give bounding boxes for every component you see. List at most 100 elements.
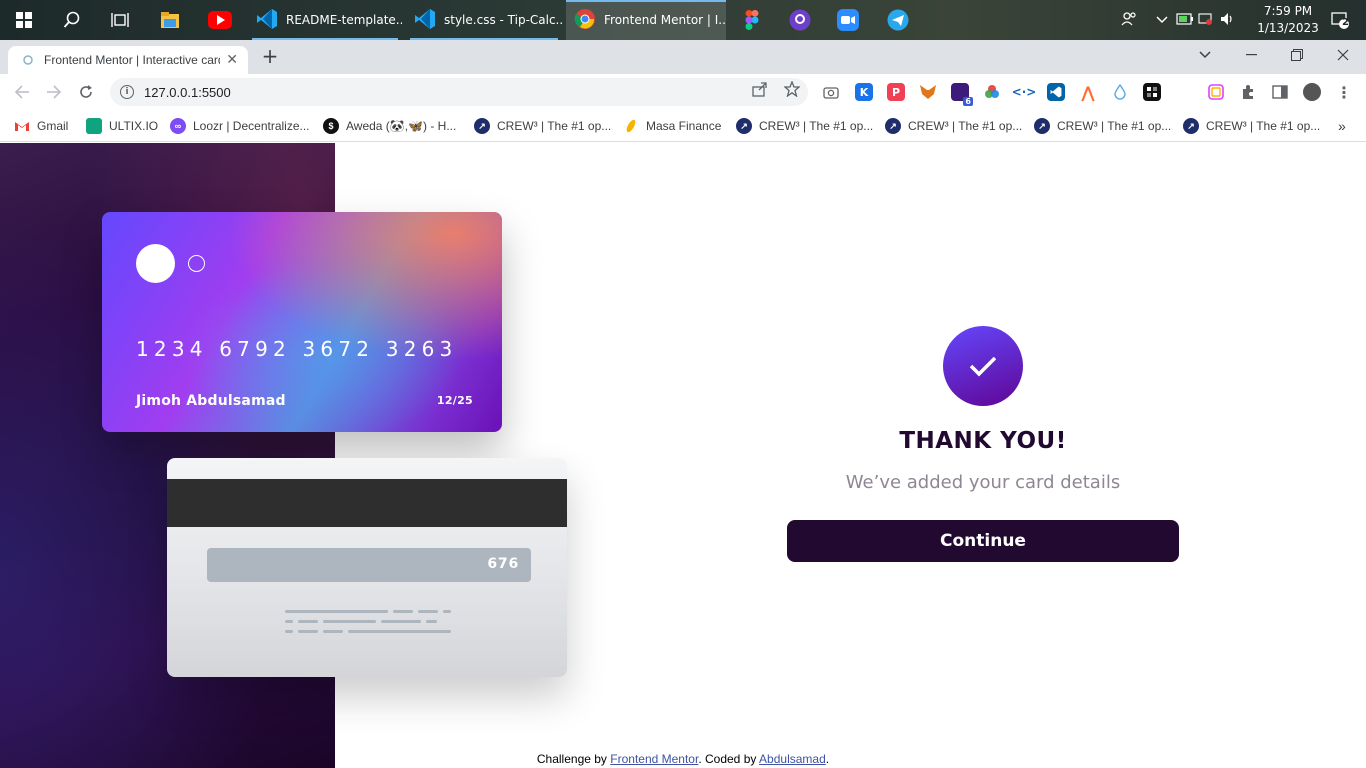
chevron-up-icon[interactable] [1148,13,1176,27]
restore-icon[interactable] [1274,40,1320,70]
file-explorer-icon[interactable] [148,0,192,40]
taskbar-app-chrome[interactable]: Frontend Mentor | I... [566,0,726,40]
task-view-icon[interactable] [98,0,142,40]
bookmarks-bar: Gmail ULTIX.IO ∞ Loozr | Decentralize...… [0,110,1366,142]
magnetic-stripe [167,479,567,527]
site-info-icon[interactable]: i [120,85,134,99]
card-back-line [285,610,388,613]
address-bar[interactable]: i 127.0.0.1:5500 [110,78,808,106]
card-back: 676 [167,458,567,677]
color-extension-icon[interactable] [983,83,1001,101]
figma-icon[interactable] [730,0,774,40]
browser-tab-strip: Frontend Mentor | Interactive card ✕ [0,40,1366,74]
success-panel: THANK YOU! We’ve added your card details… [787,326,1179,562]
battery-icon[interactable] [1176,12,1198,28]
arrow-extension-icon[interactable]: ⋀ [1079,83,1097,102]
notification-icon[interactable]: 2 [1320,0,1360,40]
crew3-icon: ↗ [885,118,901,134]
minimize-icon[interactable] [1228,40,1274,70]
taskbar-app-vscode-style[interactable]: style.css - Tip-Calc... [406,0,562,40]
stack-extension-icon[interactable]: 6 [951,83,973,106]
continue-button[interactable]: Continue [787,520,1179,562]
new-tab-button[interactable]: + [258,44,282,68]
cardholder-name: Jimoh Abdulsamad [136,393,286,409]
drop-extension-icon[interactable] [1111,83,1129,101]
bookmark-crew3[interactable]: ↗ CREW³ | The #1 op... [1183,116,1320,136]
browser-toolbar: i 127.0.0.1:5500 K P 6 <·> ⋀ ⋮ [0,74,1366,110]
k-extension-icon[interactable]: K [855,83,873,101]
bookmark-masa[interactable]: Masa Finance [623,116,721,136]
bookmark-crew3[interactable]: ↗ CREW³ | The #1 op... [736,116,873,136]
vscode-icon [414,8,436,33]
clock-time: 7:59 PM [1263,4,1313,18]
reload-icon[interactable] [74,80,98,104]
close-tab-icon[interactable]: ✕ [226,52,238,68]
people-icon[interactable] [1118,11,1140,30]
camera-extension-icon[interactable] [822,83,840,101]
search-icon[interactable] [50,0,94,40]
browser-tab-active[interactable]: Frontend Mentor | Interactive card ✕ [8,46,248,74]
vscode-extension-icon[interactable] [1047,83,1065,101]
attribution-footer: Challenge by Frontend Mentor. Coded by A… [536,752,830,766]
zoom-icon[interactable] [826,0,870,40]
share-icon[interactable] [751,80,769,98]
windows-start-icon[interactable] [4,0,44,40]
card-back-line [393,610,413,613]
bookmark-crew3[interactable]: ↗ CREW³ | The #1 op... [885,116,1022,136]
more-bookmarks-icon[interactable]: » [1338,116,1346,136]
thank-you-heading: THANK YOU! [899,428,1067,454]
bookmark-aweda[interactable]: $ Aweda (🐼,🦋) - H... [323,116,456,136]
card-cvc: 676 [487,556,519,572]
pocket-extension-icon[interactable]: P [887,83,905,101]
chrome-icon [574,8,596,33]
success-check-icon [943,326,1023,406]
bookmark-gmail[interactable]: Gmail [14,116,68,136]
favicon-icon [20,52,36,68]
taskbar-app-vscode-readme[interactable]: README-template.... [248,0,402,40]
telegram-icon[interactable] [876,0,920,40]
card-back-line [381,620,421,623]
card-back-line [298,620,318,623]
signature-panel: 676 [207,548,531,582]
card-expiry: 12/25 [436,394,473,407]
card-back-line [418,610,438,613]
github-desktop-icon[interactable] [778,0,822,40]
profile-avatar[interactable] [1303,83,1321,101]
dollar-icon: $ [323,118,339,134]
bookmark-loozr[interactable]: ∞ Loozr | Decentralize... [170,116,310,136]
card-logo-circle [136,244,175,283]
volume-icon[interactable] [1220,12,1242,29]
menu-dots-icon[interactable]: ⋮ [1335,83,1353,102]
grid-extension-icon[interactable] [1143,83,1161,101]
gradient-extension-icon[interactable] [1207,83,1225,101]
crew3-icon: ↗ [1183,118,1199,134]
frontend-mentor-link[interactable]: Frontend Mentor [610,752,698,766]
extension-badge: 6 [963,97,973,106]
tab-title: Frontend Mentor | Interactive card [44,53,220,67]
bookmark-ultix[interactable]: ULTIX.IO [86,116,158,136]
card-logo-ring [188,255,205,272]
loozr-icon: ∞ [170,118,186,134]
back-icon[interactable] [10,80,34,104]
code-extension-icon[interactable]: <·> [1012,83,1037,101]
youtube-icon[interactable] [198,0,242,40]
windows-taskbar: README-template.... style.css - Tip-Calc… [0,0,1366,40]
gmail-icon [14,118,30,134]
tab-search-icon[interactable] [1182,40,1228,70]
system-tray [1118,0,1242,40]
puzzle-extensions-icon[interactable] [1239,83,1257,101]
forward-icon[interactable] [42,80,66,104]
ultix-icon [86,118,102,134]
author-link[interactable]: Abdulsamad [759,752,826,766]
bookmark-crew3[interactable]: ↗ CREW³ | The #1 op... [474,116,611,136]
network-icon[interactable] [1198,12,1220,29]
bookmark-crew3[interactable]: ↗ CREW³ | The #1 op... [1034,116,1171,136]
bookmark-star-icon[interactable] [783,80,801,98]
close-window-icon[interactable] [1320,40,1366,70]
card-back-line [323,620,376,623]
metamask-extension-icon[interactable] [919,83,937,101]
side-panel-icon[interactable] [1271,83,1289,101]
taskbar-clock[interactable]: 7:59 PM 1/13/2023 [1256,3,1320,37]
address-url: 127.0.0.1:5500 [144,84,231,100]
masa-icon [623,118,639,134]
